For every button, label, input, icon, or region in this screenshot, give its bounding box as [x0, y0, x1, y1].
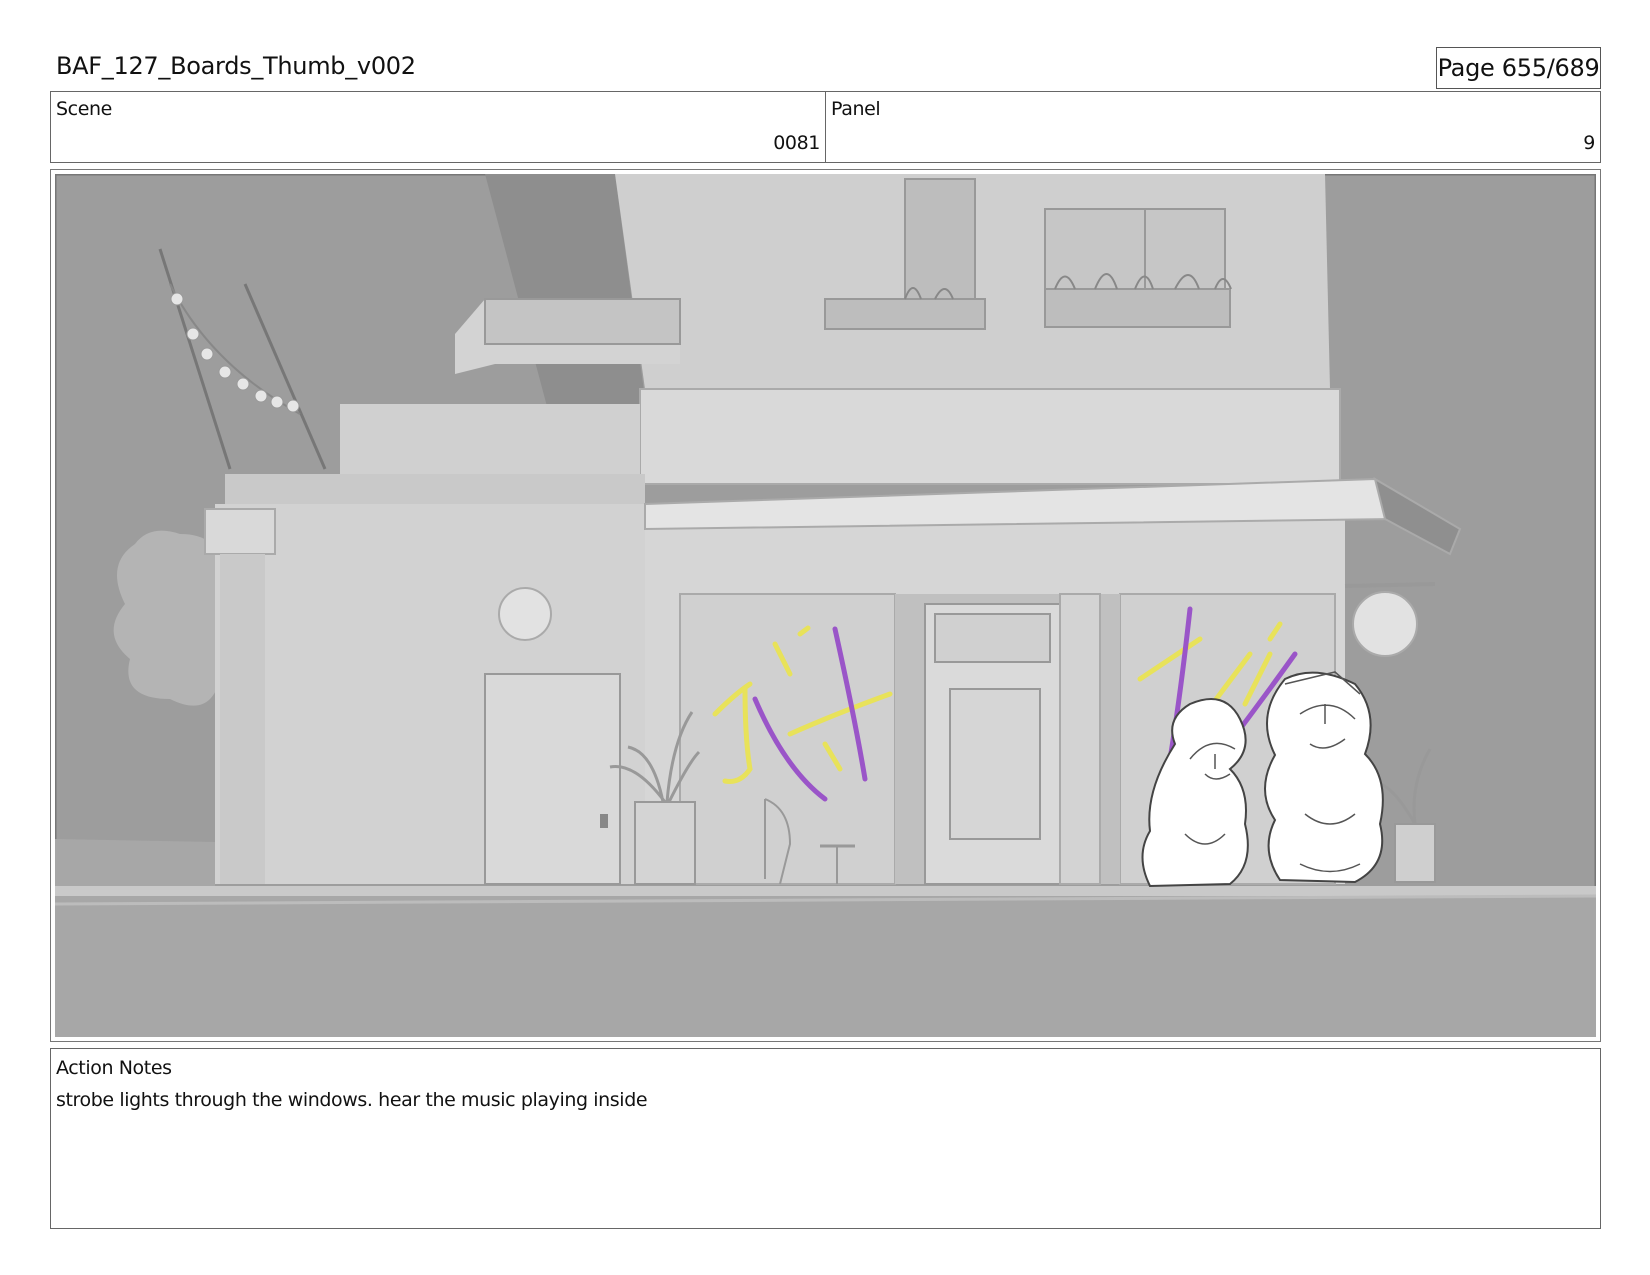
action-notes-label: Action Notes — [56, 1057, 172, 1079]
storyboard-panel-frame — [50, 169, 1601, 1042]
action-notes-box: Action Notes strobe lights through the w… — [50, 1048, 1601, 1229]
panel-number: 9 — [1583, 132, 1595, 154]
storyboard-panel-image — [55, 174, 1596, 1037]
page-number: Page 655/689 — [1436, 47, 1601, 89]
panel-label: Panel — [831, 98, 881, 120]
scene-panel-info: Scene 0081 Panel 9 — [50, 91, 1601, 163]
scene-number: 0081 — [773, 132, 820, 154]
panel-cell: Panel 9 — [825, 92, 1600, 162]
scene-label: Scene — [56, 98, 112, 120]
scene-cell: Scene 0081 — [51, 92, 825, 162]
action-notes-text: strobe lights through the windows. hear … — [56, 1089, 648, 1111]
document-title: BAF_127_Boards_Thumb_v002 — [56, 52, 416, 80]
